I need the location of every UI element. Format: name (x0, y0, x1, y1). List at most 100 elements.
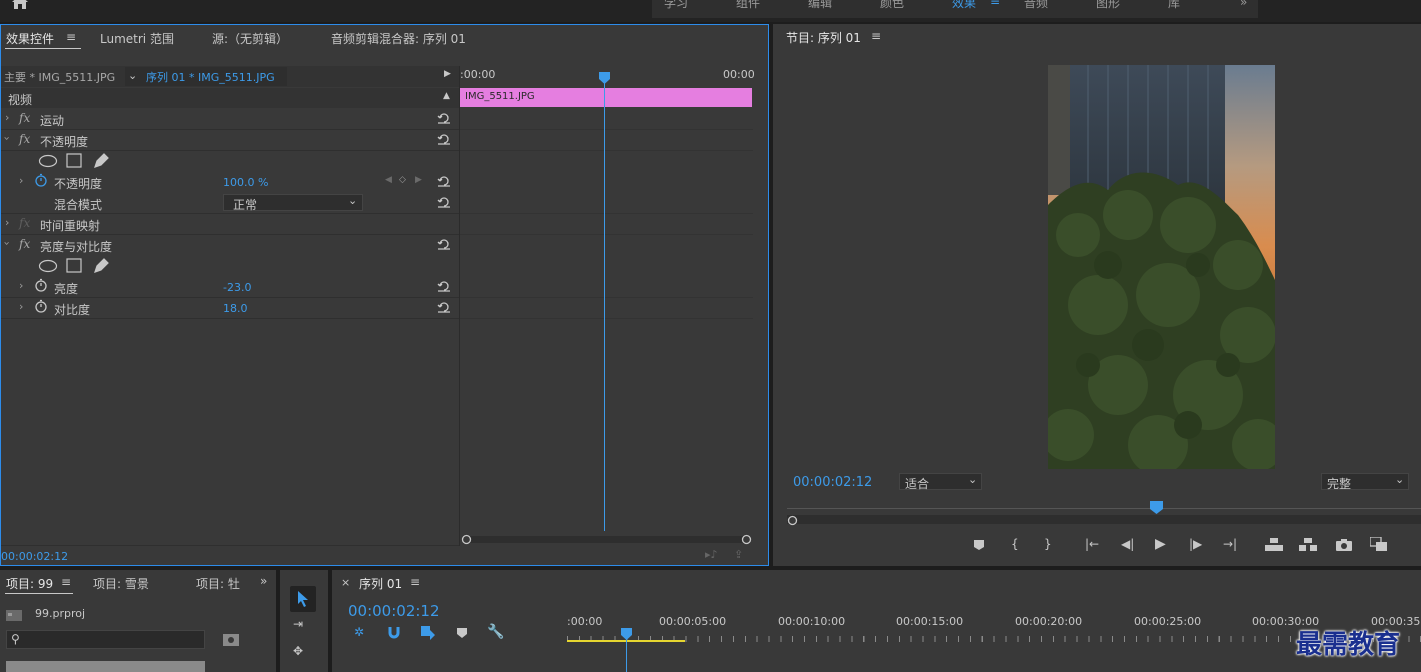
timeline-timecode[interactable]: 00:00:02:12 (348, 602, 440, 620)
find-icon[interactable] (223, 632, 239, 646)
expand-motion-icon[interactable]: › (5, 111, 9, 124)
rectangle-mask-icon[interactable] (66, 258, 82, 273)
fit-select[interactable]: 适合 ⌄ (899, 473, 982, 491)
blend-mode-select[interactable]: 正常 ⌄ (223, 194, 363, 212)
export-icon[interactable]: ⇪ (734, 548, 743, 561)
reset-icon[interactable] (437, 133, 451, 145)
rectangle-mask-icon[interactable] (66, 153, 82, 168)
ws-tab-learn[interactable]: 学习 (664, 0, 688, 11)
tab-menu-icon[interactable]: ≡ (410, 575, 420, 589)
close-tab-icon[interactable]: × (341, 576, 350, 589)
ws-tab-graphics[interactable]: 图形 (1096, 0, 1120, 11)
add-marker-icon[interactable] (457, 628, 467, 638)
export-frame-icon[interactable] (1336, 538, 1352, 551)
expand-time-remap-icon[interactable]: › (5, 216, 9, 229)
collapse-opacity-icon[interactable]: › (1, 136, 14, 140)
reset-icon[interactable] (437, 280, 451, 292)
play-icon[interactable]: ▶ (1155, 536, 1166, 552)
program-timecode[interactable]: 00:00:02:12 (793, 475, 872, 490)
ellipse-mask-icon[interactable] (38, 154, 58, 168)
reset-icon[interactable] (437, 301, 451, 313)
stopwatch-icon[interactable] (34, 173, 48, 187)
timeline-ruler[interactable]: :00:00 00:00:05:00 00:00:10:00 00:00:15:… (567, 610, 1421, 650)
contrast-value[interactable]: 18.0 (223, 302, 248, 315)
scroll-handle-left[interactable] (461, 534, 472, 545)
ec-timecode[interactable]: 00:00:02:12 (1, 550, 68, 563)
step-back-icon[interactable]: ◀| (1121, 537, 1134, 551)
compare-view-icon[interactable] (1370, 537, 1388, 552)
fx-icon[interactable]: fx (19, 132, 30, 146)
prev-keyframe-icon[interactable]: ◀ (385, 175, 392, 185)
stopwatch-icon[interactable] (34, 278, 48, 292)
ws-tab-effects[interactable]: 效果 (952, 0, 976, 11)
add-keyframe-icon[interactable]: ◇ (399, 175, 406, 185)
project-item-thumbnail[interactable] (6, 661, 205, 672)
master-clip-label[interactable]: 主要 * IMG_5511.JPG (4, 69, 115, 85)
ws-tab-color[interactable]: 颜色 (880, 0, 904, 11)
tab-project-99[interactable]: 项目: 99 (6, 575, 53, 592)
brightness-value[interactable]: -23.0 (223, 281, 251, 294)
search-input[interactable]: ⚲ (6, 630, 205, 649)
mark-in-icon[interactable]: { (1011, 537, 1019, 551)
wrench-icon[interactable]: 🔧 (487, 624, 504, 640)
quality-select[interactable]: 完整 ⌄ (1321, 473, 1409, 491)
fx-icon[interactable]: fx (19, 111, 30, 125)
program-title[interactable]: 节目: 序列 01 (786, 29, 861, 46)
reset-icon[interactable] (437, 196, 451, 208)
mini-scrollbar[interactable] (463, 536, 751, 543)
expand-param-icon[interactable]: › (19, 279, 23, 292)
step-forward-icon[interactable]: |▶ (1189, 537, 1202, 551)
go-to-out-icon[interactable]: →| (1223, 537, 1237, 551)
tab-menu-icon[interactable]: ≡ (66, 30, 76, 44)
tab-menu-icon[interactable]: ≡ (61, 575, 71, 589)
extract-icon[interactable] (1299, 538, 1317, 551)
mark-out-icon[interactable]: } (1044, 537, 1052, 551)
timeline-title[interactable]: 序列 01 (359, 575, 402, 592)
ripple-edit-icon[interactable]: ✥ (293, 644, 303, 658)
tab-audio-clip-mixer[interactable]: 音频剪辑混合器: 序列 01 (331, 30, 466, 47)
reset-icon[interactable] (437, 175, 451, 187)
mini-playhead[interactable] (599, 72, 610, 84)
ws-tab-libraries[interactable]: 库 (1168, 0, 1180, 11)
mini-clip-bar[interactable]: IMG_5511.JPG (460, 88, 752, 107)
selection-tool[interactable] (290, 586, 316, 612)
nest-icon[interactable]: ✲ (354, 625, 364, 639)
zoom-handle[interactable] (787, 515, 798, 526)
add-marker-icon[interactable] (973, 539, 985, 551)
home-icon[interactable] (10, 0, 30, 10)
collapse-brightness-icon[interactable]: › (1, 241, 14, 245)
ws-menu-icon[interactable]: ≡ (990, 0, 1000, 8)
panel-menu-icon[interactable]: ≡ (871, 29, 881, 43)
scroll-handle-right[interactable] (741, 534, 752, 545)
ellipse-mask-icon[interactable] (38, 259, 58, 273)
program-playhead[interactable] (1150, 501, 1163, 514)
tab-project-snow[interactable]: 项目: 雪景 (93, 575, 149, 592)
snap-icon[interactable] (388, 627, 400, 639)
show-timeline-icon[interactable]: ▶ (444, 69, 451, 79)
tab-project-other[interactable]: 项目: 牡 (196, 575, 240, 592)
linked-selection-icon[interactable] (421, 626, 435, 640)
track-select-icon[interactable]: ⇥ (293, 617, 303, 631)
expand-param-icon[interactable]: › (19, 174, 23, 187)
ws-tab-assembly[interactable]: 组件 (736, 0, 760, 11)
reset-icon[interactable] (437, 238, 451, 250)
reset-icon[interactable] (437, 112, 451, 124)
tab-source[interactable]: 源:（无剪辑） (212, 30, 288, 47)
next-keyframe-icon[interactable]: ▶ (415, 175, 422, 185)
lift-icon[interactable] (1265, 538, 1283, 551)
expand-param-icon[interactable]: › (19, 300, 23, 313)
more-tabs-icon[interactable]: » (260, 574, 267, 588)
pen-mask-icon[interactable] (93, 257, 110, 274)
more-workspaces-icon[interactable]: » (1240, 0, 1247, 9)
fx-icon[interactable]: fx (19, 237, 30, 251)
pen-mask-icon[interactable] (93, 152, 110, 169)
go-to-in-icon[interactable]: |← (1085, 537, 1099, 551)
tab-effect-controls[interactable]: 效果控件 (6, 30, 54, 47)
tab-lumetri-scopes[interactable]: Lumetri 范围 (100, 30, 174, 47)
program-zoom-bar[interactable] (787, 515, 1421, 524)
ws-tab-editing[interactable]: 编辑 (808, 0, 832, 11)
stopwatch-icon[interactable] (34, 299, 48, 313)
ws-tab-audio[interactable]: 音频 (1024, 0, 1048, 11)
play-audio-icon[interactable]: ▸♪ (705, 548, 718, 561)
opacity-value[interactable]: 100.0 % (223, 176, 268, 189)
